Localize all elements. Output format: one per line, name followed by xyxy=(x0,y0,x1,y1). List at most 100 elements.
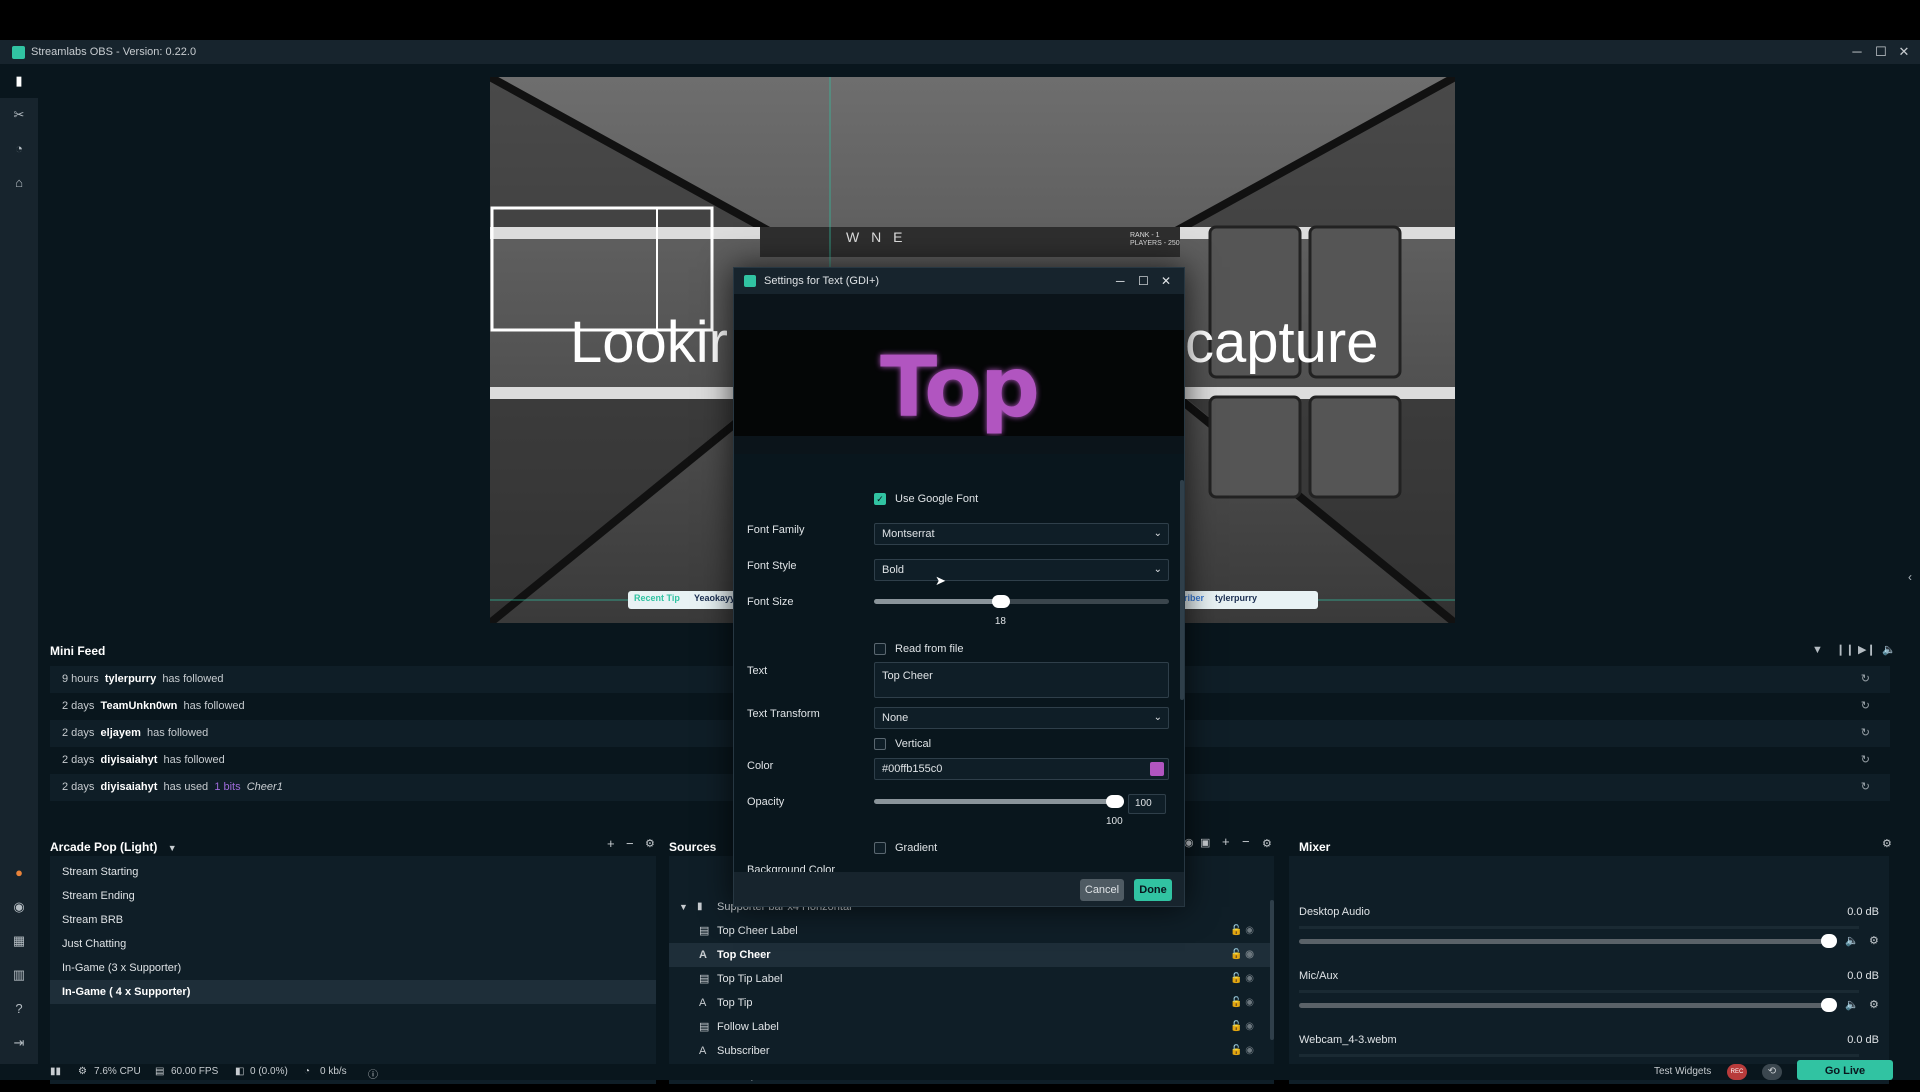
minimize-button[interactable]: ─ xyxy=(1846,40,1868,64)
feed-time: 2 days xyxy=(62,781,95,793)
remove-source-button[interactable]: − xyxy=(1242,834,1250,849)
source-item[interactable]: A Subscriber 🔓 ◉ xyxy=(669,1039,1274,1063)
font-family-select[interactable]: Montserrat ⌄ xyxy=(874,523,1169,545)
stats-icon[interactable]: ▮▮ xyxy=(50,1066,61,1077)
lock-icon[interactable]: 🔓 ◉ xyxy=(1230,919,1254,943)
overlay-compass: W N E xyxy=(846,229,907,245)
scene-item[interactable]: In-Game ( 4 x Supporter) xyxy=(50,980,656,1004)
scene-item[interactable]: Stream Starting xyxy=(50,860,656,884)
maximize-button[interactable]: ☐ xyxy=(1870,40,1892,64)
replay-alert-icon[interactable]: ↻ xyxy=(1861,666,1870,693)
lock-icon[interactable]: 🔓 ◉ xyxy=(1230,1015,1254,1039)
close-button[interactable]: ✕ xyxy=(1893,40,1915,64)
opacity-slider-handle[interactable] xyxy=(1106,795,1124,808)
mixer-item: Desktop Audio 0.0 dB 🔈 ⚙ xyxy=(1299,900,1879,964)
color-swatch[interactable] xyxy=(1150,762,1164,776)
mixer-settings-icon[interactable]: ⚙ xyxy=(1882,837,1892,850)
gear-icon[interactable]: ⚙ xyxy=(1869,998,1879,1011)
sources-scrollbar[interactable] xyxy=(1270,900,1274,1040)
preview-text: Top Cheer xyxy=(880,338,1040,436)
info-icon[interactable]: ⓘ xyxy=(368,1066,378,1081)
gradient-checkbox[interactable]: Gradient xyxy=(874,842,937,854)
dialog-scrollbar[interactable] xyxy=(1180,480,1184,700)
visibility-icon[interactable]: ◉ xyxy=(1184,836,1194,849)
lock-icon[interactable]: 🔓 ◉ xyxy=(1230,991,1254,1015)
volume-slider-handle[interactable] xyxy=(1821,934,1837,948)
replay-alert-icon[interactable]: ↻ xyxy=(1861,774,1870,801)
store-icon[interactable]: ⌂ xyxy=(0,166,38,200)
scene-item[interactable]: Stream Ending xyxy=(50,884,656,908)
file-icon: ▤ xyxy=(699,1021,710,1033)
replay-alert-icon[interactable]: ↻ xyxy=(1861,693,1870,720)
opacity-value: 100 xyxy=(1106,816,1123,827)
replay-alert-icon[interactable]: ↻ xyxy=(1861,747,1870,774)
font-size-slider-handle[interactable] xyxy=(991,595,1010,608)
speaker-icon[interactable]: 🔈 xyxy=(1845,934,1859,947)
source-item[interactable]: ▤ Top Cheer Label 🔓 ◉ xyxy=(669,919,1274,943)
add-source-button[interactable]: + xyxy=(1222,834,1230,849)
source-settings-icon[interactable]: ⚙ xyxy=(1262,837,1272,850)
test-widgets-button[interactable]: Test Widgets xyxy=(1654,1066,1711,1077)
fps-icon: ▤ xyxy=(155,1066,165,1077)
dialog-close-button[interactable]: ✕ xyxy=(1161,268,1171,294)
opacity-slider[interactable] xyxy=(874,799,1124,804)
collapse-chevron-icon[interactable]: ‹ xyxy=(1908,570,1912,584)
filter-icon[interactable]: ▼ xyxy=(1812,644,1823,656)
rec-button[interactable]: REC xyxy=(1727,1064,1747,1080)
source-item[interactable]: A Top Tip 🔓 ◉ xyxy=(669,991,1274,1015)
feed-user: diyisaiahyt xyxy=(100,781,158,793)
replay-buffer-icon[interactable]: ⟲ xyxy=(1762,1064,1782,1080)
feed-action: has followed xyxy=(183,700,245,712)
dialog-maximize-button[interactable]: ☐ xyxy=(1138,268,1149,294)
lock-icon[interactable]: 🔓 ◉ xyxy=(1230,967,1254,991)
gear-icon[interactable]: ⚙ xyxy=(1869,934,1879,947)
mixer-db: 0.0 dB xyxy=(1847,1034,1879,1046)
vertical-checkbox[interactable]: Vertical xyxy=(874,738,931,750)
text-icon: A xyxy=(699,949,707,961)
add-folder-icon[interactable]: ▣ xyxy=(1200,836,1210,849)
chat-icon[interactable]: ◔ xyxy=(0,132,38,166)
color-label: Color xyxy=(747,760,774,772)
scene-item[interactable]: Stream BRB xyxy=(50,908,656,932)
color-input[interactable]: #00ffb155c0 xyxy=(874,758,1169,780)
pause-icon[interactable]: ❙❙ xyxy=(1836,643,1854,656)
mute-alerts-icon[interactable]: 🔈 xyxy=(1882,643,1896,656)
font-size-slider[interactable] xyxy=(874,599,1169,604)
add-scene-button[interactable]: + xyxy=(607,836,615,851)
font-family-label: Font Family xyxy=(747,524,805,536)
text-transform-select[interactable]: None ⌄ xyxy=(874,707,1169,729)
opacity-input[interactable]: 100 xyxy=(1128,794,1166,814)
scene-item[interactable]: Just Chatting xyxy=(50,932,656,956)
done-button[interactable]: Done xyxy=(1134,879,1172,901)
players-label: PLAYERS - 250 xyxy=(1130,240,1180,247)
replay-alert-icon[interactable]: ↻ xyxy=(1861,720,1870,747)
font-style-select[interactable]: Bold ⌄ xyxy=(874,559,1169,581)
recent-tip-value: Yeaokayy xyxy=(694,593,736,603)
speaker-icon[interactable]: 🔈 xyxy=(1845,998,1859,1011)
app-window: Streamlabs OBS - Version: 0.22.0 ─ ☐ ✕ ▮… xyxy=(0,40,1920,1084)
themes-icon[interactable]: ✂ xyxy=(0,98,38,132)
volume-slider[interactable] xyxy=(1299,939,1829,944)
source-item[interactable]: ▤ Top Tip Label 🔓 ◉ xyxy=(669,967,1274,991)
remove-scene-button[interactable]: − xyxy=(626,836,634,851)
source-item[interactable]: ▤ Follow Label 🔓 ◉ xyxy=(669,1015,1274,1039)
dialog-minimize-button[interactable]: ─ xyxy=(1116,268,1125,294)
scene-settings-icon[interactable]: ⚙ xyxy=(645,837,655,850)
volume-slider[interactable] xyxy=(1299,1003,1829,1008)
text-textarea[interactable]: Top Cheer xyxy=(874,662,1169,698)
volume-slider-handle[interactable] xyxy=(1821,998,1837,1012)
scene-item[interactable]: In-Game (3 x Supporter) xyxy=(50,956,656,980)
source-item[interactable]: A Top Cheer 🔓 ◉ xyxy=(669,943,1274,967)
use-google-font-checkbox[interactable]: ✓ Use Google Font xyxy=(874,493,978,505)
scene-list: Stream Starting Stream Ending Stream BRB Ju… xyxy=(0,856,670,1084)
skip-icon[interactable]: ▶❙ xyxy=(1858,643,1876,656)
read-from-file-checkbox[interactable]: Read from file xyxy=(874,643,963,655)
scene-collection-selector[interactable]: Arcade Pop (Light) ▼ xyxy=(50,838,177,856)
go-live-button[interactable]: Go Live xyxy=(1797,1060,1893,1080)
text-icon: A xyxy=(699,997,707,1009)
cancel-button[interactable]: Cancel xyxy=(1080,879,1124,901)
text-label: Text xyxy=(747,665,768,677)
lock-icon[interactable]: 🔓 ◉ xyxy=(1230,943,1254,967)
lock-icon[interactable]: 🔓 ◉ xyxy=(1230,1039,1254,1063)
editor-icon[interactable]: ▮ xyxy=(0,64,38,98)
